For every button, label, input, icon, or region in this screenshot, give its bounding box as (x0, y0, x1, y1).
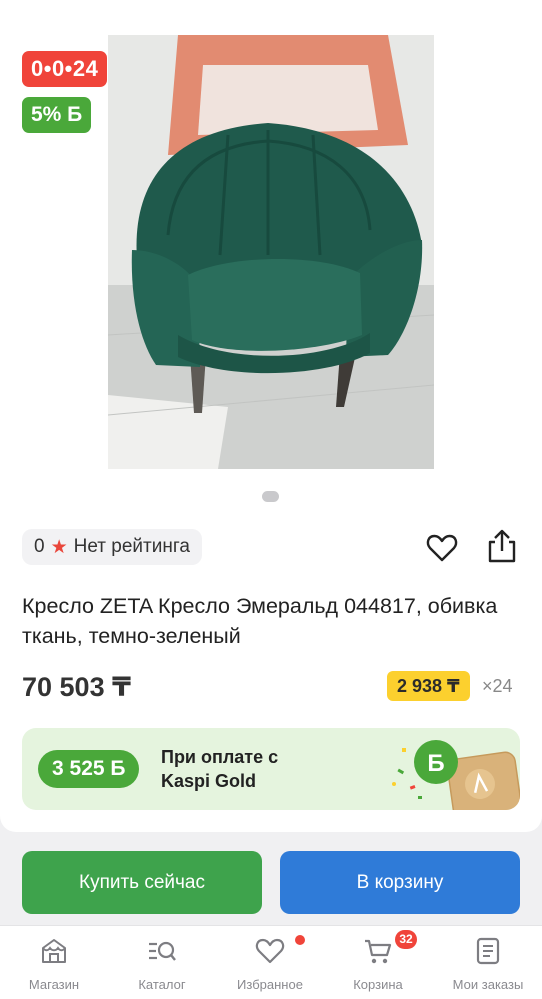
rating-text: Нет рейтинга (73, 536, 190, 557)
catalog-search-icon (149, 941, 176, 961)
section-separator (0, 832, 542, 844)
kaspi-gold-bonus: 3 525 Б (38, 750, 140, 788)
product-price: 70 503 ₸ (22, 672, 131, 702)
nav-label: Каталог (138, 977, 186, 992)
svg-text:Б: Б (427, 750, 444, 777)
cart-count-badge: 32 (395, 930, 417, 949)
rating-pill[interactable]: 0 ★ Нет рейтинга (22, 529, 202, 565)
shop-icon (42, 939, 66, 963)
kaspi-gold-card-icon: Б (392, 740, 520, 810)
favorites-dot (295, 935, 305, 945)
installment-months: ×24 (482, 676, 513, 696)
kaspi-gold-banner[interactable]: 3 525 Б При оплате с Kaspi Gold Б (22, 728, 520, 810)
nav-item-cart[interactable]: 32 Корзина (324, 926, 432, 999)
heart-icon (426, 534, 458, 562)
add-to-cart-button[interactable]: В корзину (280, 851, 520, 914)
share-icon (488, 529, 516, 563)
nav-item-catalog[interactable]: Каталог (108, 926, 216, 999)
armchair-photo (108, 35, 434, 469)
product-card: 0•0•24 5% Б 0 ★ Нет рейтинга Кресло ZETA… (0, 0, 542, 832)
kaspi-gold-line2: Kaspi Gold (161, 771, 257, 791)
bottom-navigation: Магазин Каталог Избранное 32 Корзина Мои… (0, 925, 542, 999)
kaspi-gold-text: При оплате с Kaspi Gold (161, 745, 278, 793)
nav-label: Мои заказы (452, 977, 524, 992)
kaspi-gold-line1: При оплате с (161, 747, 279, 767)
product-photo[interactable] (108, 35, 434, 469)
image-pager-dot[interactable] (262, 491, 279, 502)
nav-item-shop[interactable]: Магазин (0, 926, 108, 999)
nav-item-orders[interactable]: Мои заказы (434, 926, 542, 999)
orders-icon (476, 937, 500, 965)
rating-count: 0 (34, 536, 45, 557)
nav-label: Корзина (353, 977, 403, 992)
nav-label: Магазин (28, 977, 80, 992)
bonus-badge: 5% Б (22, 97, 92, 133)
countdown-badge: 0•0•24 (22, 51, 108, 87)
installment-badge[interactable]: 2 938 ₸ (387, 671, 470, 701)
nav-label: Избранное (237, 977, 303, 992)
star-icon: ★ (50, 536, 68, 558)
cart-icon (365, 939, 392, 964)
share-button[interactable] (485, 528, 519, 564)
nav-item-favorites[interactable]: Избранное (216, 926, 324, 999)
product-title: Кресло ZETA Кресло Эмеральд 044817, обив… (22, 594, 498, 648)
favorite-button[interactable] (425, 531, 459, 565)
heart-icon (255, 938, 285, 964)
buy-now-button[interactable]: Купить сейчас (22, 851, 262, 914)
